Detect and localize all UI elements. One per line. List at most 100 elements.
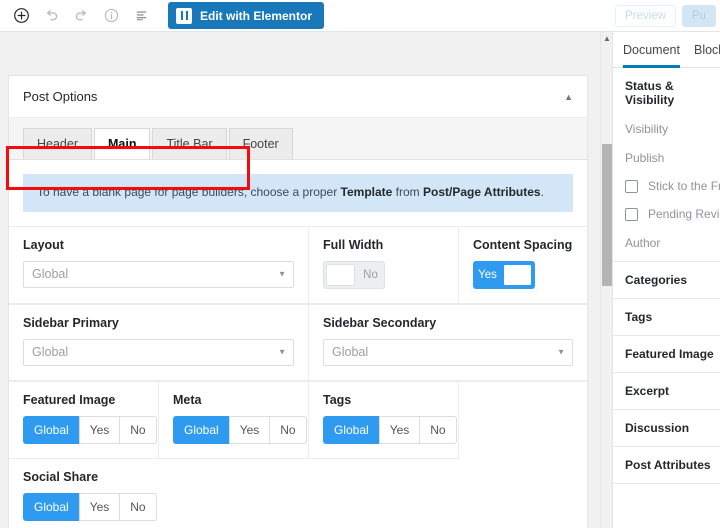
field-social-share: Social Share Global Yes No bbox=[9, 459, 587, 528]
field-sidebar-primary: Sidebar Primary Global ▼ bbox=[9, 304, 309, 381]
sidebar-item-post-attributes[interactable]: Post Attributes bbox=[613, 447, 720, 484]
sidebar-item-discussion[interactable]: Discussion bbox=[613, 410, 720, 447]
social-share-label: Social Share bbox=[23, 469, 99, 484]
tab-title-bar[interactable]: Title Bar bbox=[152, 128, 227, 159]
sidebar-secondary-label: Sidebar Secondary bbox=[323, 315, 437, 330]
field-layout: Layout Global ▼ bbox=[9, 226, 309, 304]
social-share-option-yes[interactable]: Yes bbox=[78, 492, 120, 521]
sticky-checkbox-row[interactable]: Stick to the Fron bbox=[625, 179, 720, 193]
elementor-icon bbox=[176, 7, 192, 24]
chevron-down-icon: ▼ bbox=[278, 269, 286, 279]
field-full-width: Full Width No bbox=[309, 226, 459, 304]
sidebar-tabs: Document Block bbox=[613, 32, 720, 68]
post-options-header[interactable]: Post Options ▲ bbox=[9, 76, 587, 118]
options-row-layout: Layout Global ▼ Full Width No Content Sp… bbox=[9, 225, 587, 304]
notice-template-link: Template bbox=[340, 185, 393, 199]
sidebar-primary-label: Sidebar Primary bbox=[23, 315, 119, 330]
tags-option-yes[interactable]: Yes bbox=[378, 415, 420, 444]
notice-attributes-link: Post/Page Attributes bbox=[423, 185, 541, 199]
chevron-down-icon: ▼ bbox=[278, 347, 286, 357]
toolbar-icon-group bbox=[0, 1, 156, 31]
visibility-row[interactable]: Visibility bbox=[625, 122, 708, 136]
featured-image-option-global[interactable]: Global bbox=[23, 415, 79, 444]
edit-with-elementor-label: Edit with Elementor bbox=[200, 8, 313, 23]
sidebar-primary-value: Global bbox=[32, 345, 69, 360]
tab-block[interactable]: Block bbox=[694, 32, 720, 68]
undo-icon[interactable] bbox=[36, 1, 66, 31]
info-icon[interactable] bbox=[96, 1, 126, 31]
pending-review-label: Pending Review bbox=[648, 207, 720, 221]
social-share-option-no[interactable]: No bbox=[119, 492, 157, 521]
full-width-toggle-knob bbox=[326, 263, 355, 286]
sticky-label: Stick to the Fron bbox=[648, 179, 720, 193]
tags-option-no[interactable]: No bbox=[419, 415, 457, 444]
full-width-label: Full Width bbox=[323, 237, 384, 252]
notice-wrapper: To have a blank page for page builders, … bbox=[9, 160, 587, 226]
meta-option-global[interactable]: Global bbox=[173, 415, 229, 444]
content-spacing-label: Content Spacing bbox=[473, 237, 573, 252]
status-visibility-title: Status & Visibility bbox=[625, 79, 675, 107]
field-meta: Meta Global Yes No bbox=[159, 381, 309, 459]
featured-image-option-no[interactable]: No bbox=[119, 415, 157, 444]
layout-select[interactable]: Global ▼ bbox=[23, 260, 294, 288]
toolbar-actions: Preview Pu bbox=[609, 0, 720, 32]
sidebar-item-tags[interactable]: Tags bbox=[613, 299, 720, 336]
sticky-checkbox[interactable] bbox=[625, 179, 638, 193]
sidebar-item-featured-image[interactable]: Featured Image bbox=[613, 336, 720, 373]
scrollbar-thumb[interactable] bbox=[602, 144, 612, 286]
content-spacing-toggle[interactable]: Yes bbox=[473, 260, 535, 289]
post-options-tabs: Header Main Title Bar Footer bbox=[9, 118, 587, 160]
tab-footer[interactable]: Footer bbox=[228, 128, 293, 159]
preview-button[interactable]: Preview bbox=[615, 5, 676, 27]
meta-option-no[interactable]: No bbox=[269, 415, 307, 444]
sidebar-secondary-select[interactable]: Global ▼ bbox=[323, 338, 573, 366]
full-width-toggle[interactable]: No bbox=[323, 260, 385, 289]
field-content-spacing: Content Spacing Yes bbox=[459, 227, 587, 304]
publish-row[interactable]: Publish bbox=[625, 151, 708, 165]
list-view-icon[interactable] bbox=[126, 1, 156, 31]
field-sidebar-secondary: Sidebar Secondary Global ▼ bbox=[309, 305, 587, 381]
redo-icon[interactable] bbox=[66, 1, 96, 31]
sidebar-item-categories[interactable]: Categories bbox=[613, 262, 720, 299]
pending-review-checkbox[interactable] bbox=[625, 207, 638, 221]
chevron-down-icon: ▼ bbox=[557, 347, 565, 357]
sidebar-scrollbar[interactable]: ▲ bbox=[600, 32, 612, 528]
document-settings-sidebar: Document Block Status & Visibility Visib… bbox=[612, 32, 720, 528]
tab-document[interactable]: Document bbox=[623, 32, 680, 68]
add-block-icon[interactable] bbox=[6, 1, 36, 31]
featured-image-label: Featured Image bbox=[23, 392, 116, 407]
author-row[interactable]: Author bbox=[625, 236, 708, 250]
edit-with-elementor-button[interactable]: Edit with Elementor bbox=[168, 2, 325, 29]
notice-text-part3: . bbox=[540, 185, 544, 199]
sidebar-primary-select[interactable]: Global ▼ bbox=[23, 338, 294, 366]
notice-text-part1: To have a blank page for page builders, … bbox=[37, 185, 341, 199]
meta-option-yes[interactable]: Yes bbox=[228, 415, 270, 444]
meta-label: Meta bbox=[173, 392, 202, 407]
featured-image-option-yes[interactable]: Yes bbox=[78, 415, 120, 444]
layout-label: Layout bbox=[23, 237, 64, 252]
social-share-segmented: Global Yes No bbox=[23, 492, 573, 521]
sidebar-item-excerpt[interactable]: Excerpt bbox=[613, 373, 720, 410]
editor-canvas: Post Options ▲ Header Main Title Bar Foo… bbox=[0, 32, 600, 528]
tags-label: Tags bbox=[323, 392, 352, 407]
tab-header[interactable]: Header bbox=[23, 128, 92, 159]
social-share-option-global[interactable]: Global bbox=[23, 492, 79, 521]
content-spacing-state: Yes bbox=[478, 268, 497, 281]
meta-segmented: Global Yes No bbox=[173, 415, 307, 444]
layout-value: Global bbox=[32, 267, 69, 282]
post-options-metabox: Post Options ▲ Header Main Title Bar Foo… bbox=[8, 75, 588, 528]
featured-image-segmented: Global Yes No bbox=[23, 415, 157, 444]
post-options-title: Post Options bbox=[23, 89, 98, 104]
template-notice: To have a blank page for page builders, … bbox=[23, 174, 573, 212]
tags-option-global[interactable]: Global bbox=[323, 415, 379, 444]
tab-main[interactable]: Main bbox=[94, 128, 151, 159]
content-spacing-toggle-knob bbox=[503, 263, 532, 286]
chevron-up-icon[interactable]: ▲ bbox=[564, 92, 573, 102]
options-row-sidebars: Sidebar Primary Global ▼ Sidebar Seconda… bbox=[9, 303, 587, 381]
field-featured-image: Featured Image Global Yes No bbox=[9, 381, 159, 459]
pending-review-checkbox-row[interactable]: Pending Review bbox=[625, 207, 720, 221]
sidebar-secondary-value: Global bbox=[332, 345, 369, 360]
publish-button[interactable]: Pu bbox=[681, 5, 716, 27]
field-tags: Tags Global Yes No bbox=[309, 381, 459, 459]
editor-toolbar: Edit with Elementor Preview Pu bbox=[0, 0, 720, 32]
